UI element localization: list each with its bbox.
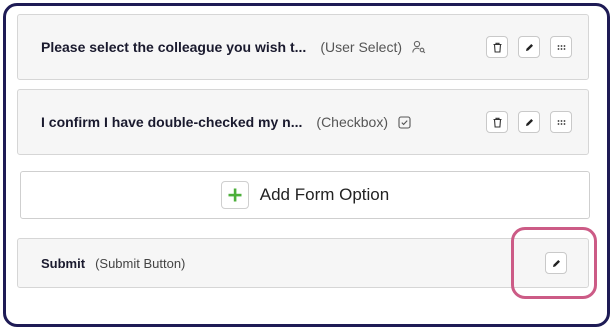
pencil-icon — [525, 118, 533, 126]
edit-button[interactable] — [518, 36, 540, 58]
delete-button[interactable] — [486, 111, 508, 133]
submit-button-card[interactable]: Submit (Submit Button) — [17, 238, 589, 288]
submit-label: Submit — [41, 255, 86, 271]
question-type: (Checkbox) — [316, 114, 388, 130]
add-form-option-button[interactable]: Add Form Option — [20, 171, 590, 219]
submit-row: Submit (Submit Button) — [41, 239, 588, 287]
question-actions — [486, 36, 572, 58]
submit-edit-button[interactable] — [545, 252, 567, 274]
delete-button[interactable] — [486, 36, 508, 58]
question-label: I confirm I have double-checked my n... — [41, 114, 303, 130]
user-search-icon — [412, 40, 426, 54]
question-actions — [486, 111, 572, 133]
trash-icon — [493, 42, 501, 53]
grip-icon — [557, 44, 565, 50]
grip-icon — [557, 119, 565, 125]
checkbox-icon — [398, 115, 411, 129]
edit-button[interactable] — [518, 111, 540, 133]
submit-type: (Submit Button) — [95, 255, 186, 271]
trash-icon — [493, 117, 501, 128]
drag-button[interactable] — [550, 36, 572, 58]
form-question-card[interactable]: Please select the colleague you wish t..… — [17, 14, 589, 80]
plus-icon — [220, 181, 249, 209]
pencil-icon — [525, 43, 533, 51]
form-question-card[interactable]: I confirm I have double-checked my n... … — [17, 89, 589, 155]
question-type: (User Select) — [320, 39, 403, 55]
add-form-option-label: Add Form Option — [259, 185, 390, 204]
question-label: Please select the colleague you wish t..… — [41, 39, 307, 55]
drag-button[interactable] — [550, 111, 572, 133]
pencil-icon — [552, 259, 560, 267]
